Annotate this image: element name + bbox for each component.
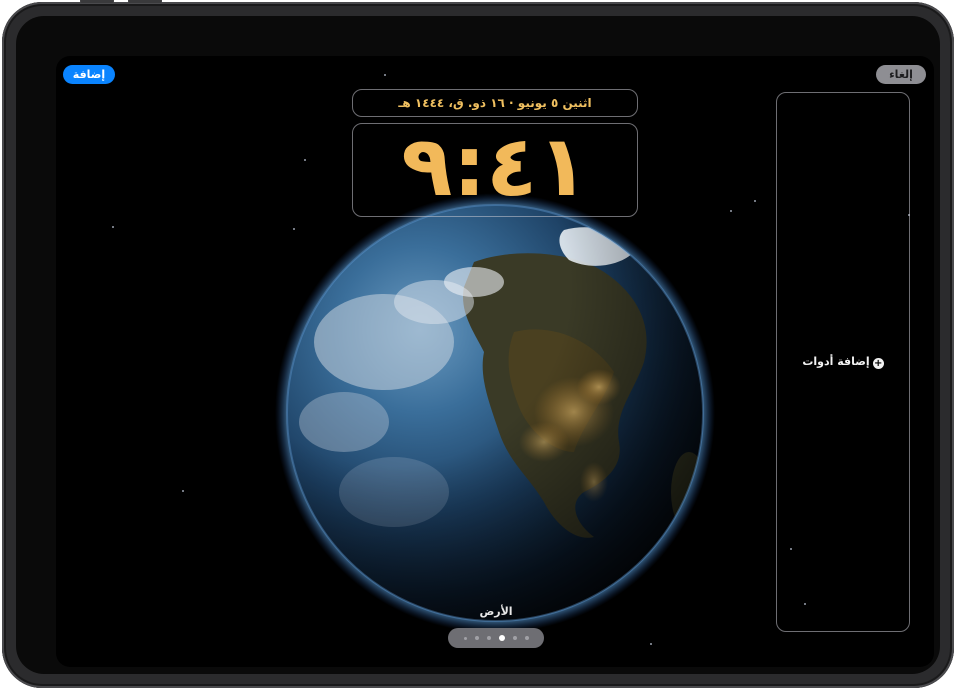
top-button[interactable] [80,0,114,3]
page-dot[interactable] [486,636,491,640]
star [754,200,756,202]
top-button-2[interactable] [128,0,162,3]
star [112,226,114,228]
star [182,490,184,492]
page-dot[interactable] [512,636,517,640]
bezel: إضافة إلغاء اثنين ٥ يونيو · ١٦ ذو. ق، ١٤… [16,16,940,674]
star [730,210,732,212]
star [384,74,386,76]
date-text: اثنين ٥ يونيو · ١٦ ذو. ق، ١٤٤٤ هـ [398,96,592,110]
add-widgets-button[interactable]: +إضافة أدوات [777,355,909,369]
add-widgets-label: إضافة أدوات [802,355,870,368]
clock-time: ٩:٤١ [401,117,589,215]
page-dot[interactable] [524,636,529,640]
wallpaper-name: الأرض [479,605,513,618]
plus-circle-icon: + [872,358,884,369]
page-dot[interactable] [474,636,479,640]
date-widget[interactable]: اثنين ٥ يونيو · ١٦ ذو. ق، ١٤٤٤ هـ [352,89,638,117]
earth-wallpaper-image [274,192,716,634]
cancel-button[interactable]: إلغاء [876,65,926,84]
star [650,643,652,645]
star [304,159,306,161]
earth-globe [275,193,715,633]
wallpaper-page-indicator[interactable] [448,628,544,648]
lock-screen-editor: إضافة إلغاء اثنين ٥ يونيو · ١٦ ذو. ق، ١٤… [56,56,934,667]
page-dot-active[interactable] [498,635,505,641]
clock-widget[interactable]: ٩:٤١ [352,118,638,217]
ipad-frame: إضافة إلغاء اثنين ٥ يونيو · ١٦ ذو. ق، ١٤… [2,0,954,688]
widget-sidebar[interactable]: +إضافة أدوات [776,92,910,632]
add-button[interactable]: إضافة [63,65,115,84]
page-dot[interactable] [463,636,467,640]
